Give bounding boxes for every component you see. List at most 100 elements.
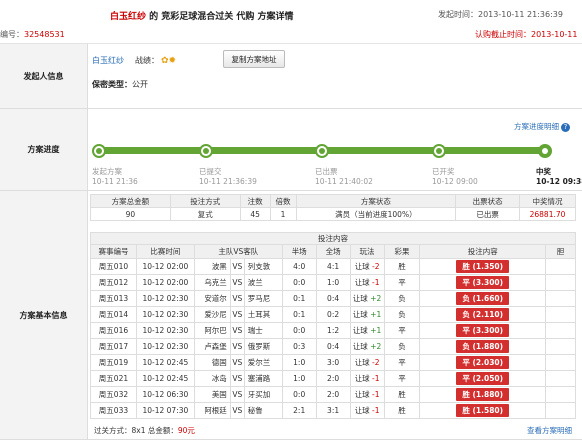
progress-node-5 (538, 144, 552, 158)
progress-node-4 (432, 144, 446, 158)
bets-header-row: 赛事编号 比赛时间 主队VS客队 半场 全场 玩法 彩果 投注内容 胆 (90, 244, 576, 259)
match-time: 10-12 07:30 (135, 402, 195, 419)
home-team: 德国 (193, 354, 231, 371)
summary-bet-method: 复式 (169, 207, 241, 221)
full-score: 2:0 (315, 386, 351, 403)
progress-label: 方案进度 (0, 109, 88, 190)
banker-cell (545, 386, 576, 403)
match-result: 负 (383, 306, 421, 323)
progress-node-1 (92, 144, 106, 158)
half-score: 1:0 (281, 354, 317, 371)
step-time: 10-11 21:36 (92, 177, 138, 186)
title-username[interactable]: 白玉红纱 (110, 12, 146, 22)
pass-label: 过关方式： (94, 426, 132, 435)
play-label: 让球 (352, 294, 368, 303)
step-name: 已开奖 (432, 167, 455, 176)
record: 战绩： ✿✹ (135, 55, 176, 66)
table-row: 周五010 10-12 02:00 波黑 VS 列支敦 4:0 4:1 让球 -2 胜 胜 (1.… (90, 258, 576, 275)
pass-value: 8x1 (131, 426, 146, 435)
match-result: 平 (383, 322, 421, 339)
match-result: 负 (383, 338, 421, 355)
play-type: 让球 -2 (349, 354, 385, 371)
progress-step-3: 已出票 10-11 21:40:02 (315, 167, 373, 187)
full-score: 1:2 (315, 322, 351, 339)
full-score: 4:1 (315, 258, 351, 275)
half-score: 0:3 (281, 338, 317, 355)
play-type: 让球 +2 (349, 338, 385, 355)
handicap-value: -1 (371, 390, 380, 399)
full-score: 0:4 (315, 290, 351, 307)
away-team: 俄罗斯 (243, 338, 283, 355)
vs-label: VS (229, 274, 245, 291)
summary-multiple: 1 (269, 207, 297, 221)
play-label: 让球 (352, 310, 368, 319)
table-row: 周五033 10-12 07:30 阿根廷 VS 秘鲁 2:1 3:1 让球 -1 胜 胜 (1.… (90, 402, 576, 419)
match-id: 周五017 (90, 338, 137, 355)
banker-cell (545, 306, 576, 323)
half-score: 0:1 (281, 306, 317, 323)
home-team: 爱沙尼 (193, 306, 231, 323)
play-type: 让球 -1 (349, 274, 385, 291)
half-score: 1:0 (281, 370, 317, 387)
initiator-username[interactable]: 白玉红纱 (92, 55, 124, 66)
odds-badge: 平 (3.300) (456, 324, 510, 337)
banker-cell (545, 290, 576, 307)
match-id: 周五010 (90, 258, 137, 275)
progress-detail-link-text[interactable]: 方案进度明细 (514, 122, 559, 131)
banker-cell (545, 338, 576, 355)
away-team: 罗马尼 (243, 290, 283, 307)
column-header: 比赛时间 (135, 244, 195, 259)
away-team: 爱尔兰 (243, 354, 283, 371)
handicap-value: +2 (370, 294, 382, 303)
banker-cell (545, 354, 576, 371)
match-result: 平 (383, 354, 421, 371)
order-number-label: 编号： (0, 30, 24, 39)
progress-detail-link[interactable]: 方案进度明细? (514, 121, 570, 132)
match-id: 周五032 (90, 386, 137, 403)
play-type: 让球 -1 (349, 386, 385, 403)
home-team: 卢森堡 (193, 338, 231, 355)
away-team: 列支敦 (243, 258, 283, 275)
order-number: 编号：32548531 (0, 29, 65, 40)
trophy-icon: ✿✹ (161, 56, 177, 66)
match-time: 10-12 02:00 (135, 274, 195, 291)
odds-badge: 胜 (1.880) (456, 388, 510, 401)
bet-content: 平 (2.050) (419, 370, 547, 387)
away-team: 波兰 (243, 274, 283, 291)
half-score: 4:0 (281, 258, 317, 275)
publish-time: 发起时间：2013-10-11 21:36:39 (438, 10, 563, 19)
odds-badge: 平 (2.030) (456, 356, 510, 369)
step-name: 发起方案 (92, 167, 122, 176)
match-id: 周五019 (90, 354, 137, 371)
copy-address-button[interactable]: 复制方案地址 (223, 50, 285, 68)
summary-scheme-status: 满员（当前进度100%） (295, 207, 457, 221)
vs-label: VS (229, 338, 245, 355)
question-icon[interactable]: ? (561, 123, 570, 132)
column-header: 全场 (315, 244, 351, 259)
step-name: 已出票 (315, 167, 338, 176)
summary-header: 出票状态 (455, 194, 521, 208)
handicap-value: +1 (370, 310, 382, 319)
step-time: 10-12 09:38 (536, 177, 582, 186)
match-result: 胜 (383, 258, 421, 275)
home-team: 阿尔巴 (193, 322, 231, 339)
step-name: 已提交 (199, 167, 222, 176)
match-time: 10-12 02:30 (135, 322, 195, 339)
progress-node-3 (315, 144, 329, 158)
handicap-value: -2 (371, 358, 380, 367)
bet-content: 负 (2.110) (419, 306, 547, 323)
view-scheme-detail-link[interactable]: 查看方案明细 (527, 425, 572, 436)
bet-content: 平 (3.300) (419, 274, 547, 291)
match-time: 10-12 02:30 (135, 306, 195, 323)
match-result: 负 (383, 290, 421, 307)
column-header: 投注内容 (419, 244, 547, 259)
secrecy-type: 保密类型：公开 (92, 79, 148, 90)
progress-section: 方案进度 方案进度明细? 发起方案 10-11 21:36 已提交 10-11 21… (0, 109, 582, 191)
play-type: 让球 -1 (349, 402, 385, 419)
table-row: 周五012 10-12 02:00 乌克兰 VS 波兰 0:0 1:0 让球 -1 平 平 (3.… (90, 274, 576, 291)
play-type: 让球 -2 (349, 258, 385, 275)
column-header: 半场 (281, 244, 317, 259)
odds-badge: 负 (1.880) (456, 340, 510, 353)
step-time: 10-12 09:00 (432, 177, 478, 186)
full-score: 3:0 (315, 354, 351, 371)
